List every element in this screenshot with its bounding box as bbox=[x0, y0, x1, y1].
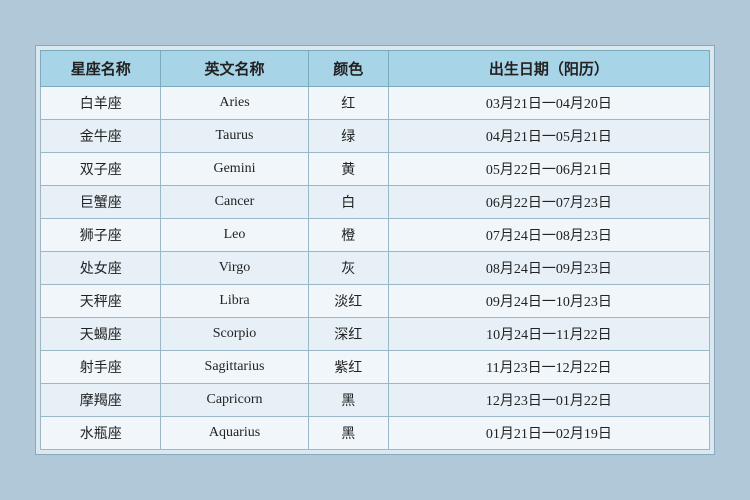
cell-english: Leo bbox=[161, 219, 308, 252]
zodiac-table: 星座名称 英文名称 颜色 出生日期（阳历） 白羊座Aries红03月21日一04… bbox=[40, 50, 710, 450]
cell-color: 紫红 bbox=[308, 351, 388, 384]
table-header-row: 星座名称 英文名称 颜色 出生日期（阳历） bbox=[41, 51, 710, 87]
cell-date: 01月21日一02月19日 bbox=[388, 417, 709, 450]
header-color: 颜色 bbox=[308, 51, 388, 87]
cell-color: 绿 bbox=[308, 120, 388, 153]
table-row: 射手座Sagittarius紫红11月23日一12月22日 bbox=[41, 351, 710, 384]
table-row: 双子座Gemini黄05月22日一06月21日 bbox=[41, 153, 710, 186]
cell-color: 灰 bbox=[308, 252, 388, 285]
cell-date: 03月21日一04月20日 bbox=[388, 87, 709, 120]
cell-date: 04月21日一05月21日 bbox=[388, 120, 709, 153]
cell-chinese: 处女座 bbox=[41, 252, 161, 285]
cell-date: 10月24日一11月22日 bbox=[388, 318, 709, 351]
cell-color: 深红 bbox=[308, 318, 388, 351]
cell-english: Taurus bbox=[161, 120, 308, 153]
header-date: 出生日期（阳历） bbox=[388, 51, 709, 87]
cell-date: 07月24日一08月23日 bbox=[388, 219, 709, 252]
cell-chinese: 金牛座 bbox=[41, 120, 161, 153]
table-row: 金牛座Taurus绿04月21日一05月21日 bbox=[41, 120, 710, 153]
table-row: 摩羯座Capricorn黑12月23日一01月22日 bbox=[41, 384, 710, 417]
table-row: 处女座Virgo灰08月24日一09月23日 bbox=[41, 252, 710, 285]
cell-chinese: 射手座 bbox=[41, 351, 161, 384]
cell-english: Aquarius bbox=[161, 417, 308, 450]
table-row: 天秤座Libra淡红09月24日一10月23日 bbox=[41, 285, 710, 318]
table-row: 天蝎座Scorpio深红10月24日一11月22日 bbox=[41, 318, 710, 351]
header-english: 英文名称 bbox=[161, 51, 308, 87]
table-row: 白羊座Aries红03月21日一04月20日 bbox=[41, 87, 710, 120]
cell-chinese: 摩羯座 bbox=[41, 384, 161, 417]
cell-date: 05月22日一06月21日 bbox=[388, 153, 709, 186]
zodiac-table-container: 星座名称 英文名称 颜色 出生日期（阳历） 白羊座Aries红03月21日一04… bbox=[35, 45, 715, 455]
cell-chinese: 巨蟹座 bbox=[41, 186, 161, 219]
cell-color: 淡红 bbox=[308, 285, 388, 318]
cell-chinese: 白羊座 bbox=[41, 87, 161, 120]
cell-english: Cancer bbox=[161, 186, 308, 219]
cell-color: 白 bbox=[308, 186, 388, 219]
cell-color: 黑 bbox=[308, 417, 388, 450]
cell-chinese: 天秤座 bbox=[41, 285, 161, 318]
cell-chinese: 水瓶座 bbox=[41, 417, 161, 450]
cell-english: Sagittarius bbox=[161, 351, 308, 384]
cell-color: 黑 bbox=[308, 384, 388, 417]
cell-date: 09月24日一10月23日 bbox=[388, 285, 709, 318]
cell-chinese: 狮子座 bbox=[41, 219, 161, 252]
cell-color: 黄 bbox=[308, 153, 388, 186]
cell-date: 08月24日一09月23日 bbox=[388, 252, 709, 285]
cell-color: 橙 bbox=[308, 219, 388, 252]
cell-date: 06月22日一07月23日 bbox=[388, 186, 709, 219]
cell-english: Libra bbox=[161, 285, 308, 318]
cell-chinese: 双子座 bbox=[41, 153, 161, 186]
table-row: 水瓶座Aquarius黑01月21日一02月19日 bbox=[41, 417, 710, 450]
table-row: 狮子座Leo橙07月24日一08月23日 bbox=[41, 219, 710, 252]
header-chinese: 星座名称 bbox=[41, 51, 161, 87]
cell-english: Virgo bbox=[161, 252, 308, 285]
cell-english: Capricorn bbox=[161, 384, 308, 417]
cell-date: 11月23日一12月22日 bbox=[388, 351, 709, 384]
cell-chinese: 天蝎座 bbox=[41, 318, 161, 351]
cell-english: Aries bbox=[161, 87, 308, 120]
table-row: 巨蟹座Cancer白06月22日一07月23日 bbox=[41, 186, 710, 219]
cell-color: 红 bbox=[308, 87, 388, 120]
cell-english: Scorpio bbox=[161, 318, 308, 351]
cell-english: Gemini bbox=[161, 153, 308, 186]
cell-date: 12月23日一01月22日 bbox=[388, 384, 709, 417]
